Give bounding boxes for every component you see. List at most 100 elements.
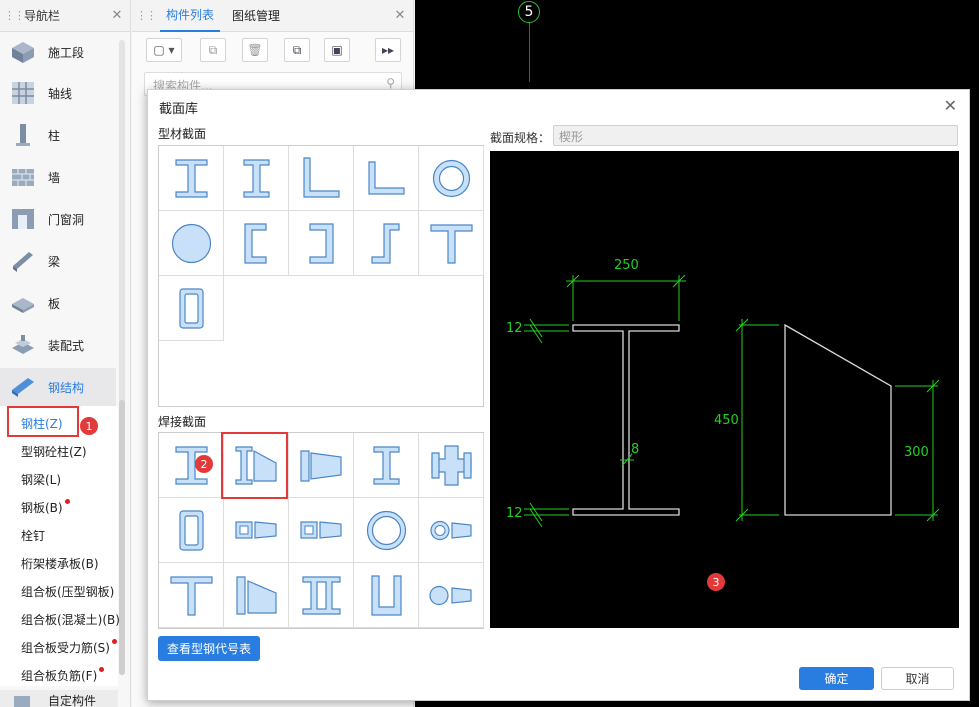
welded-cell-box-trap[interactable] [224,498,289,563]
profile-cell-angle[interactable] [354,146,419,211]
i-narrow-section-icon [243,159,270,198]
sub-item-steel-plate[interactable]: 钢板(B) [21,499,70,516]
nav-item-steel-structure[interactable]: 钢结构 [0,368,116,406]
welded-cell-wedge-i[interactable] [224,433,289,498]
sub-item-shear-stud[interactable]: 栓钉 [21,527,45,544]
nav-item-axis[interactable]: 轴线 [0,74,116,112]
tube-rect-section-icon [179,510,204,551]
nav-item-column[interactable]: 柱 [0,116,116,154]
sub-item-composite-deck[interactable]: 组合板(压型钢板) [21,583,114,600]
nav-item-slab[interactable]: 板 [0,284,116,322]
welded-cell-tube-rect[interactable] [159,498,224,563]
nav-item-door-window[interactable]: 门窗洞 [0,200,116,238]
tab-drawing-management[interactable]: 图纸管理 [226,0,286,32]
section-preview-drawing: 250 12 12 8 450 300 [506,258,940,528]
sub-item-composite-concrete[interactable]: 组合板(混凝土)(B) [21,611,120,628]
nav-scrollbar-thumb[interactable] [119,400,125,675]
new-dot-icon [64,499,70,504]
component-panel-header: ⋮⋮ 构件列表 图纸管理 ✕ [132,0,413,32]
step-badge-1: 1 [80,417,98,435]
angle-tall-section-icon [303,157,340,198]
profile-cell-i-wide[interactable] [159,146,224,211]
nav-item-wall[interactable]: 墙 [0,158,116,196]
dialog-title: 截面库 [159,102,199,117]
copy-button[interactable]: ⧉ [200,38,226,62]
spec-label: 截面规格： [490,131,551,145]
construction-segment-icon [12,42,34,63]
ring-trap-section-icon [430,520,472,541]
new-component-button[interactable]: ▢ ▾ [146,38,182,62]
profile-cell-box-c[interactable] [289,211,354,276]
profile-cell-i-narrow[interactable] [224,146,289,211]
profile-section-title: 型材截面 [158,127,207,141]
welded-section-title: 焊接截面 [158,415,207,429]
nav-item-prefab[interactable]: 装配式 [0,326,116,364]
sub-item-steel-beam[interactable]: 钢梁(L) [21,471,61,488]
welded-cell-i-wide[interactable] [159,433,224,498]
trash-icon: 🗑 [247,43,263,57]
profile-cell-tube-rect[interactable] [159,276,224,341]
close-icon[interactable]: ✕ [391,8,409,23]
box-trap-section-icon [300,521,342,539]
profile-cell-disk[interactable] [159,211,224,276]
sub-item-steel-concrete-column[interactable]: 型钢砼柱(Z) [21,443,87,460]
dim-web-label: 8 [631,442,639,457]
welded-cell-double-i[interactable] [289,563,354,628]
sub-item-truss-deck[interactable]: 桁架楼承板(B) [21,555,99,572]
welded-cell-box-trap[interactable] [289,498,354,563]
tube-rect-section-icon [179,288,204,329]
welded-cell-ring-trap[interactable] [419,498,484,563]
nav-title: 导航栏 [24,9,61,23]
sub-item-composite-neg-rebar[interactable]: 组合板负筋(F) [21,667,105,684]
sub-item-steel-column[interactable]: 钢柱(Z) [21,415,63,432]
ok-button[interactable]: 确定 [799,667,874,690]
profile-cell-channel[interactable] [224,211,289,276]
new-dot-icon [111,639,117,644]
close-icon[interactable]: ✕ [944,96,957,115]
welded-cell-bar-trap[interactable] [224,563,289,628]
nav-item-custom[interactable]: 自定构件 [0,690,118,707]
cancel-button[interactable]: 取消 [881,667,954,690]
z-section-icon [371,223,400,264]
sub-item-composite-main-rebar[interactable]: 组合板受力筋(S) [21,639,117,656]
drag-handle-icon[interactable]: ⋮⋮ [136,9,157,22]
view-steel-codes-button[interactable]: 查看型钢代号表 [158,636,260,661]
i-wide-section-icon [175,159,208,198]
profile-cell-angle-tall[interactable] [289,146,354,211]
tab-component-list[interactable]: 构件列表 [160,0,221,32]
profile-cell-tee[interactable] [419,211,484,276]
steel-structure-icon [12,378,34,397]
dim-flange-top-label: 12 [506,321,523,336]
welded-cell-tee[interactable] [159,563,224,628]
close-icon[interactable]: ✕ [108,8,126,23]
cross-section-icon [431,445,472,486]
spec-input[interactable]: 楔形 [553,125,958,146]
tee-section-icon [170,576,213,616]
welded-cell-big-ring[interactable] [354,498,419,563]
welded-cell-cross[interactable] [419,433,484,498]
double-i-section-icon [302,576,341,615]
profile-cell-ring[interactable] [419,146,484,211]
nav-item-construction-segment[interactable]: 施工段 [0,33,116,71]
dim-height-right-label: 300 [904,445,929,460]
new-dot-icon [99,667,105,672]
nav-item-beam[interactable]: 梁 [0,242,116,280]
sub-item-label: 组合板受力筋(S) [21,641,110,655]
door-window-icon [12,209,34,229]
box-c-section-icon [309,223,334,264]
profile-cell-z[interactable] [354,211,419,276]
nav-header: ⋮⋮ 导航栏 ✕ [0,0,130,32]
duplicate-layer-button[interactable]: ⧉ [284,38,310,62]
welded-cell-tapered-i[interactable] [289,433,354,498]
welded-cell-disk-trap[interactable] [419,563,484,628]
welded-cell-u-channel[interactable] [354,563,419,628]
more-tools-button[interactable]: ▸▸ [375,38,401,62]
welded-cell-i-narrow[interactable] [354,433,419,498]
save-template-button[interactable]: ▣ [324,38,350,62]
dim-flange-bottom-label: 12 [506,506,523,521]
axis-number-bubble[interactable]: 5 [518,1,540,23]
drag-handle-icon[interactable]: ⋮⋮ [4,9,25,22]
dim-height-left-label: 450 [714,413,739,428]
wall-icon [12,169,34,186]
delete-button[interactable]: 🗑 [242,38,268,62]
